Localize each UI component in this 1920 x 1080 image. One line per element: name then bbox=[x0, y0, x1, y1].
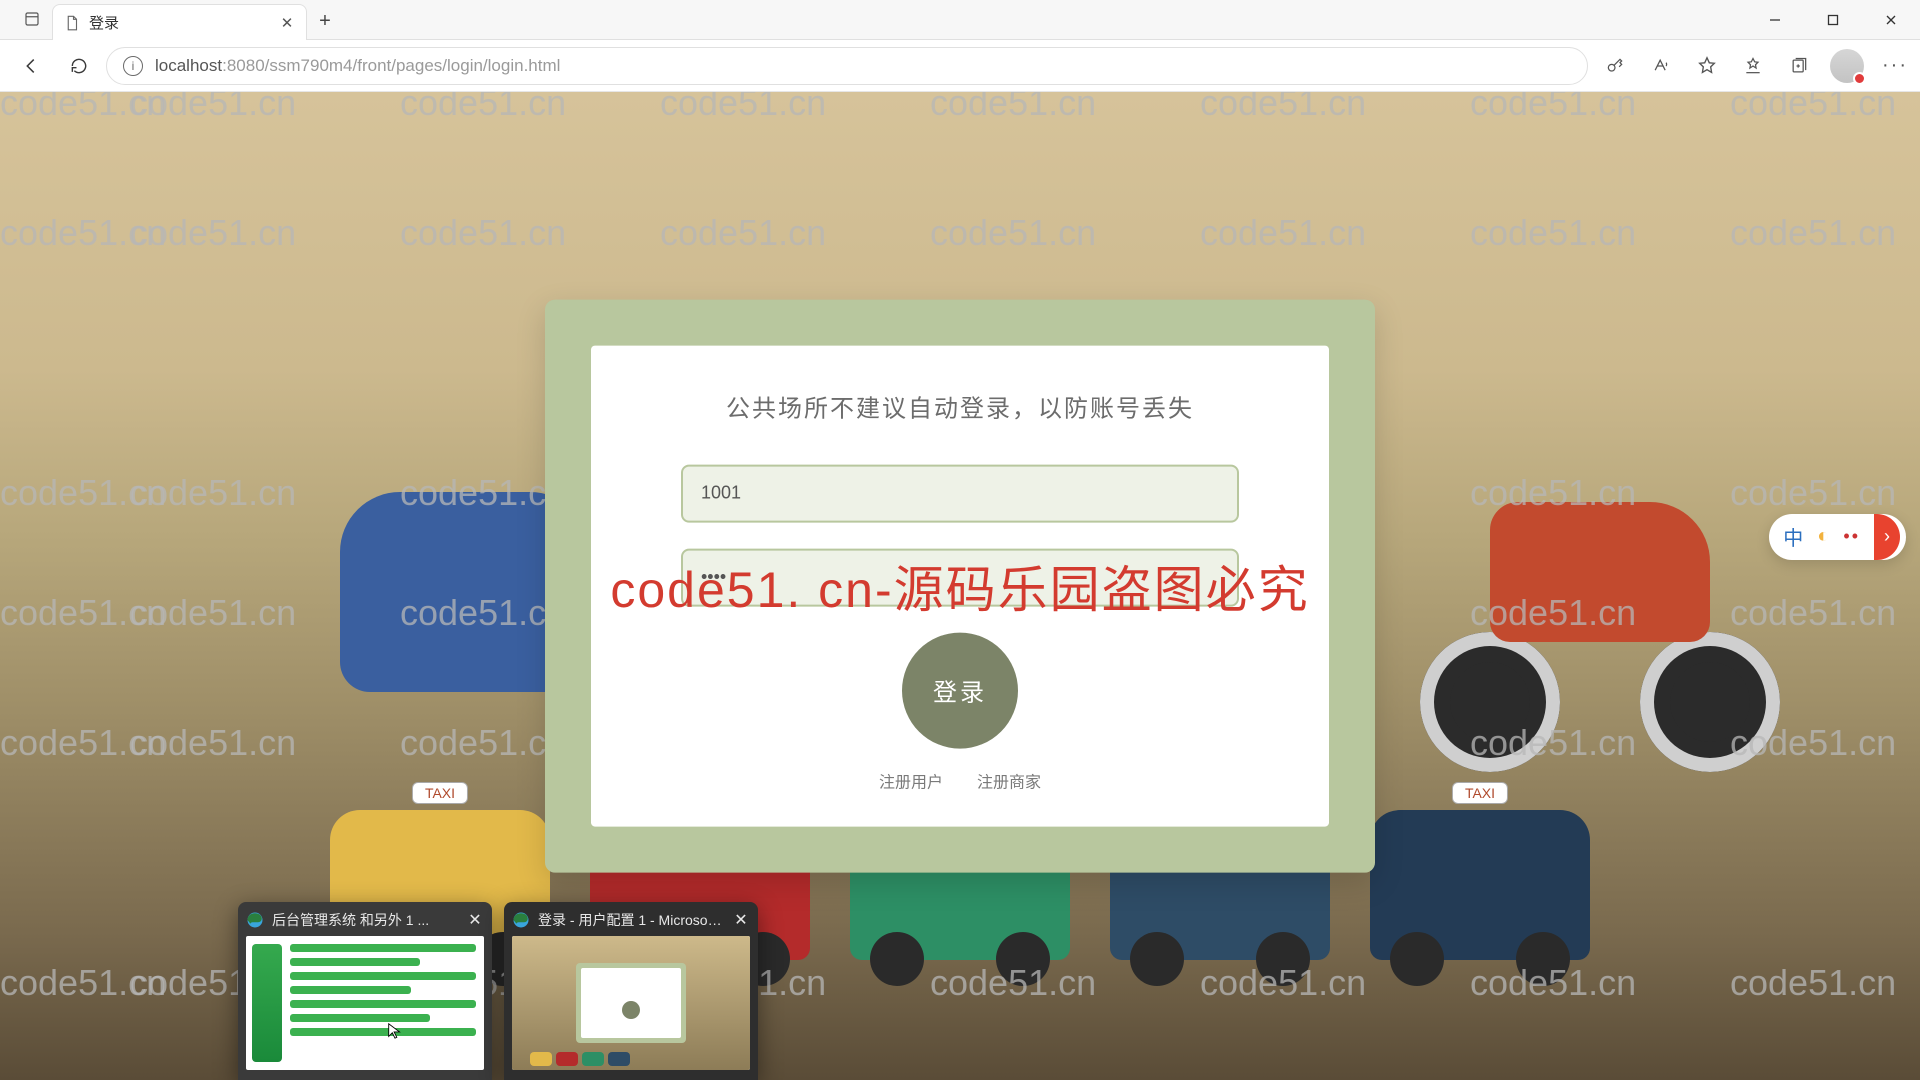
more-menu-icon[interactable]: ··· bbox=[1880, 51, 1910, 81]
profile-avatar[interactable] bbox=[1830, 49, 1864, 83]
page-viewport: TAXI TAXI TAXI TAXI TAXI code51.cncode51… bbox=[0, 92, 1920, 1080]
login-card: 公共场所不建议自动登录，以防账号丢失 登录 注册用户 注册商家 bbox=[545, 300, 1375, 873]
edge-icon bbox=[246, 911, 264, 929]
favorites-list-icon[interactable] bbox=[1738, 51, 1768, 81]
address-bar: i localhost:8080/ssm790m4/front/pages/lo… bbox=[0, 40, 1920, 92]
cursor-icon bbox=[386, 1022, 404, 1040]
read-aloud-icon[interactable] bbox=[1646, 51, 1676, 81]
username-input[interactable] bbox=[701, 483, 1219, 504]
favorite-icon[interactable] bbox=[1692, 51, 1722, 81]
close-preview-icon[interactable]: ✕ bbox=[732, 910, 750, 930]
task-preview-title: 后台管理系统 和另外 1 ... bbox=[272, 910, 458, 930]
minimize-button[interactable] bbox=[1746, 0, 1804, 40]
deco-motorcycle bbox=[1430, 472, 1770, 772]
task-preview-thumb[interactable] bbox=[246, 936, 484, 1070]
login-button[interactable]: 登录 bbox=[902, 632, 1018, 748]
refresh-button[interactable] bbox=[58, 45, 100, 87]
new-tab-button[interactable]: + bbox=[307, 3, 343, 39]
url-field[interactable]: i localhost:8080/ssm790m4/front/pages/lo… bbox=[106, 47, 1588, 85]
close-window-button[interactable] bbox=[1862, 0, 1920, 40]
collections-icon[interactable] bbox=[1784, 51, 1814, 81]
username-field[interactable] bbox=[681, 464, 1239, 522]
night-mode-icon[interactable]: ◐ bbox=[1817, 525, 1829, 548]
tab-strip: 登录 ✕ + bbox=[0, 0, 1920, 40]
ime-expand-icon[interactable]: › bbox=[1874, 514, 1900, 560]
task-preview-login[interactable]: 登录 - 用户配置 1 - Microsoft... ✕ bbox=[504, 902, 758, 1080]
url-text: localhost:8080/ssm790m4/front/pages/logi… bbox=[155, 56, 1571, 76]
login-notice: 公共场所不建议自动登录，以防账号丢失 bbox=[681, 390, 1239, 431]
task-preview-admin[interactable]: 后台管理系统 和另外 1 ... ✕ bbox=[238, 902, 492, 1080]
ime-floating-toolbar[interactable]: 中 ◐ •• › bbox=[1769, 514, 1906, 560]
site-info-icon[interactable]: i bbox=[123, 56, 143, 76]
ime-more-icon[interactable]: •• bbox=[1843, 526, 1860, 547]
password-key-icon[interactable] bbox=[1600, 51, 1630, 81]
ime-mode[interactable]: 中 bbox=[1783, 522, 1803, 551]
maximize-button[interactable] bbox=[1804, 0, 1862, 40]
back-button[interactable] bbox=[10, 45, 52, 87]
page-icon bbox=[63, 14, 81, 32]
active-tab[interactable]: 登录 ✕ bbox=[52, 4, 307, 40]
taskbar-previews: 后台管理系统 和另外 1 ... ✕ 登录 - 用户配置 1 - Microso… bbox=[238, 902, 758, 1080]
edge-icon bbox=[512, 911, 530, 929]
task-preview-thumb[interactable] bbox=[512, 936, 750, 1070]
register-user-link[interactable]: 注册用户 bbox=[879, 768, 943, 792]
task-preview-title: 登录 - 用户配置 1 - Microsoft... bbox=[538, 910, 724, 930]
password-field[interactable] bbox=[681, 548, 1239, 606]
window-controls bbox=[1746, 0, 1920, 40]
tab-actions-icon[interactable] bbox=[12, 0, 52, 39]
close-tab-icon[interactable]: ✕ bbox=[278, 14, 296, 32]
password-input[interactable] bbox=[701, 567, 1219, 588]
register-merchant-link[interactable]: 注册商家 bbox=[977, 768, 1041, 792]
close-preview-icon[interactable]: ✕ bbox=[466, 910, 484, 930]
tab-title: 登录 bbox=[89, 12, 270, 33]
